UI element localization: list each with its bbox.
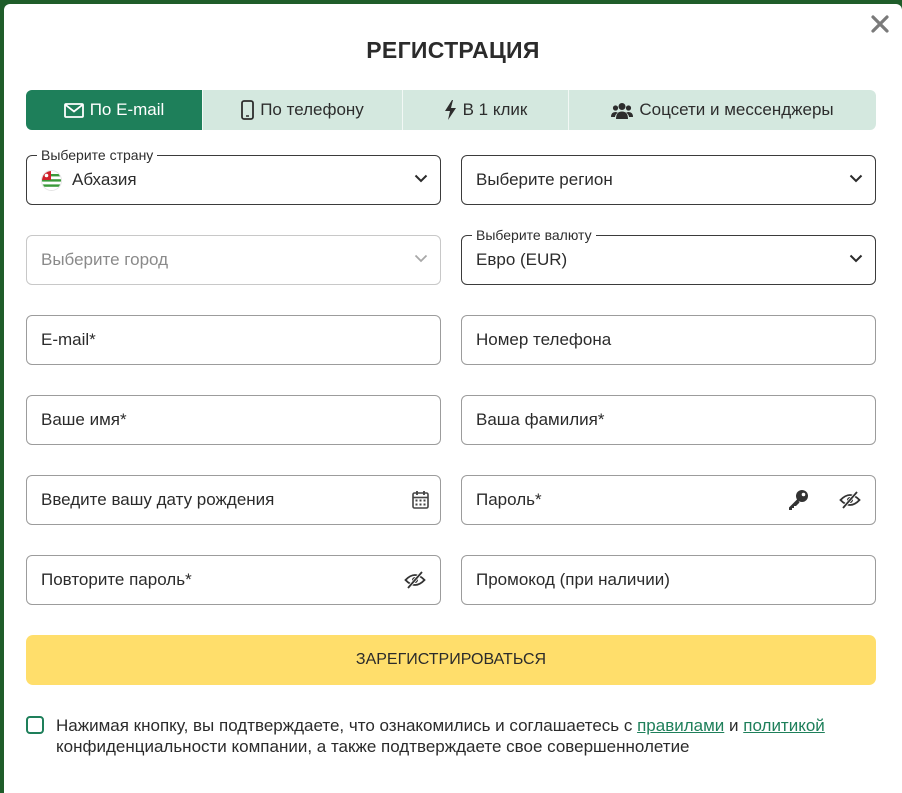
consent-text: Нажимая кнопку, вы подтверждаете, что оз… <box>56 715 876 757</box>
last-name-field[interactable]: Ваша фамилия* <box>461 395 876 445</box>
rules-link[interactable]: правилами <box>637 716 724 735</box>
chevron-down-icon <box>849 174 863 183</box>
tab-email[interactable]: По E-mail <box>26 90 203 130</box>
currency-value: Евро (EUR) <box>476 250 568 269</box>
region-select[interactable]: Выберите регион <box>461 155 876 205</box>
city-select[interactable]: Выберите город <box>26 235 441 285</box>
flag-icon <box>41 169 62 191</box>
consent-and: и <box>724 716 744 735</box>
email-field[interactable]: E-mail* <box>26 315 441 365</box>
currency-select[interactable]: Выберите валюту Евро (EUR) <box>461 227 876 285</box>
tab-one-click-label: В 1 клик <box>462 100 528 119</box>
consent-checkbox[interactable] <box>26 716 44 734</box>
register-button-label: ЗАРЕГИСТРИРОВАТЬСЯ <box>355 651 547 668</box>
tab-phone-label: По телефону <box>260 100 364 119</box>
password-field[interactable]: Пароль* <box>461 475 876 525</box>
phone-placeholder: Номер телефона <box>476 330 612 349</box>
key-icon[interactable] <box>787 489 809 511</box>
password-placeholder: Пароль* <box>476 490 542 509</box>
tab-phone[interactable]: По телефону <box>203 90 403 130</box>
modal-title: РЕГИСТРАЦИЯ <box>366 37 540 63</box>
phone-field[interactable]: Номер телефона <box>461 315 876 365</box>
tab-social[interactable]: Соцсети и мессенджеры <box>569 90 876 130</box>
consent-text-part-1: Нажимая кнопку, вы подтверждаете, что оз… <box>56 716 638 735</box>
city-placeholder: Выберите город <box>41 250 169 269</box>
birthdate-placeholder: Введите вашу дату рождения <box>41 490 275 509</box>
promo-code-placeholder: Промокод (при наличии) <box>476 570 670 589</box>
registration-modal: РЕГИСТРАЦИЯ По E-mail По телефону В 1 кл… <box>4 4 902 793</box>
currency-legend: Выберите валюту <box>472 227 596 243</box>
country-select[interactable]: Выберите страну Абхазия <box>26 147 441 205</box>
tab-social-label: Соцсети и мессенджеры <box>639 100 834 119</box>
first-name-placeholder: Ваше имя* <box>41 410 127 429</box>
repeat-password-placeholder: Повторите пароль* <box>41 570 192 589</box>
birthdate-field[interactable]: Введите вашу дату рождения <box>26 475 441 525</box>
lightning-icon <box>444 100 456 120</box>
close-icon <box>871 15 889 33</box>
eye-slash-icon[interactable] <box>404 571 426 589</box>
chevron-down-icon <box>849 254 863 263</box>
envelope-icon <box>63 102 84 118</box>
chevron-down-icon <box>414 254 428 263</box>
mobile-phone-icon <box>241 100 255 120</box>
promo-code-field[interactable]: Промокод (при наличии) <box>461 555 876 605</box>
last-name-placeholder: Ваша фамилия* <box>476 410 605 429</box>
registration-tabs: По E-mail По телефону В 1 клик Соцсети и… <box>26 90 876 130</box>
consent-text-part-2: конфиденциальности компании, а также под… <box>56 737 690 756</box>
region-placeholder: Выберите регион <box>476 170 613 189</box>
email-placeholder: E-mail* <box>41 330 96 349</box>
close-button[interactable] <box>868 12 892 36</box>
users-icon <box>611 102 634 119</box>
country-legend: Выберите страну <box>37 147 158 163</box>
tab-one-click[interactable]: В 1 клик <box>403 90 569 130</box>
first-name-field[interactable]: Ваше имя* <box>26 395 441 445</box>
calendar-icon[interactable] <box>412 490 429 509</box>
policy-link[interactable]: политикой <box>743 716 825 735</box>
tab-email-label: По E-mail <box>89 100 165 119</box>
register-button[interactable]: ЗАРЕГИСТРИРОВАТЬСЯ <box>26 635 876 685</box>
eye-slash-icon[interactable] <box>839 491 861 509</box>
country-value: Абхазия <box>72 170 137 189</box>
consent-block: Нажимая кнопку, вы подтверждаете, что оз… <box>26 715 876 757</box>
chevron-down-icon <box>414 174 428 183</box>
repeat-password-field[interactable]: Повторите пароль* <box>26 555 441 605</box>
